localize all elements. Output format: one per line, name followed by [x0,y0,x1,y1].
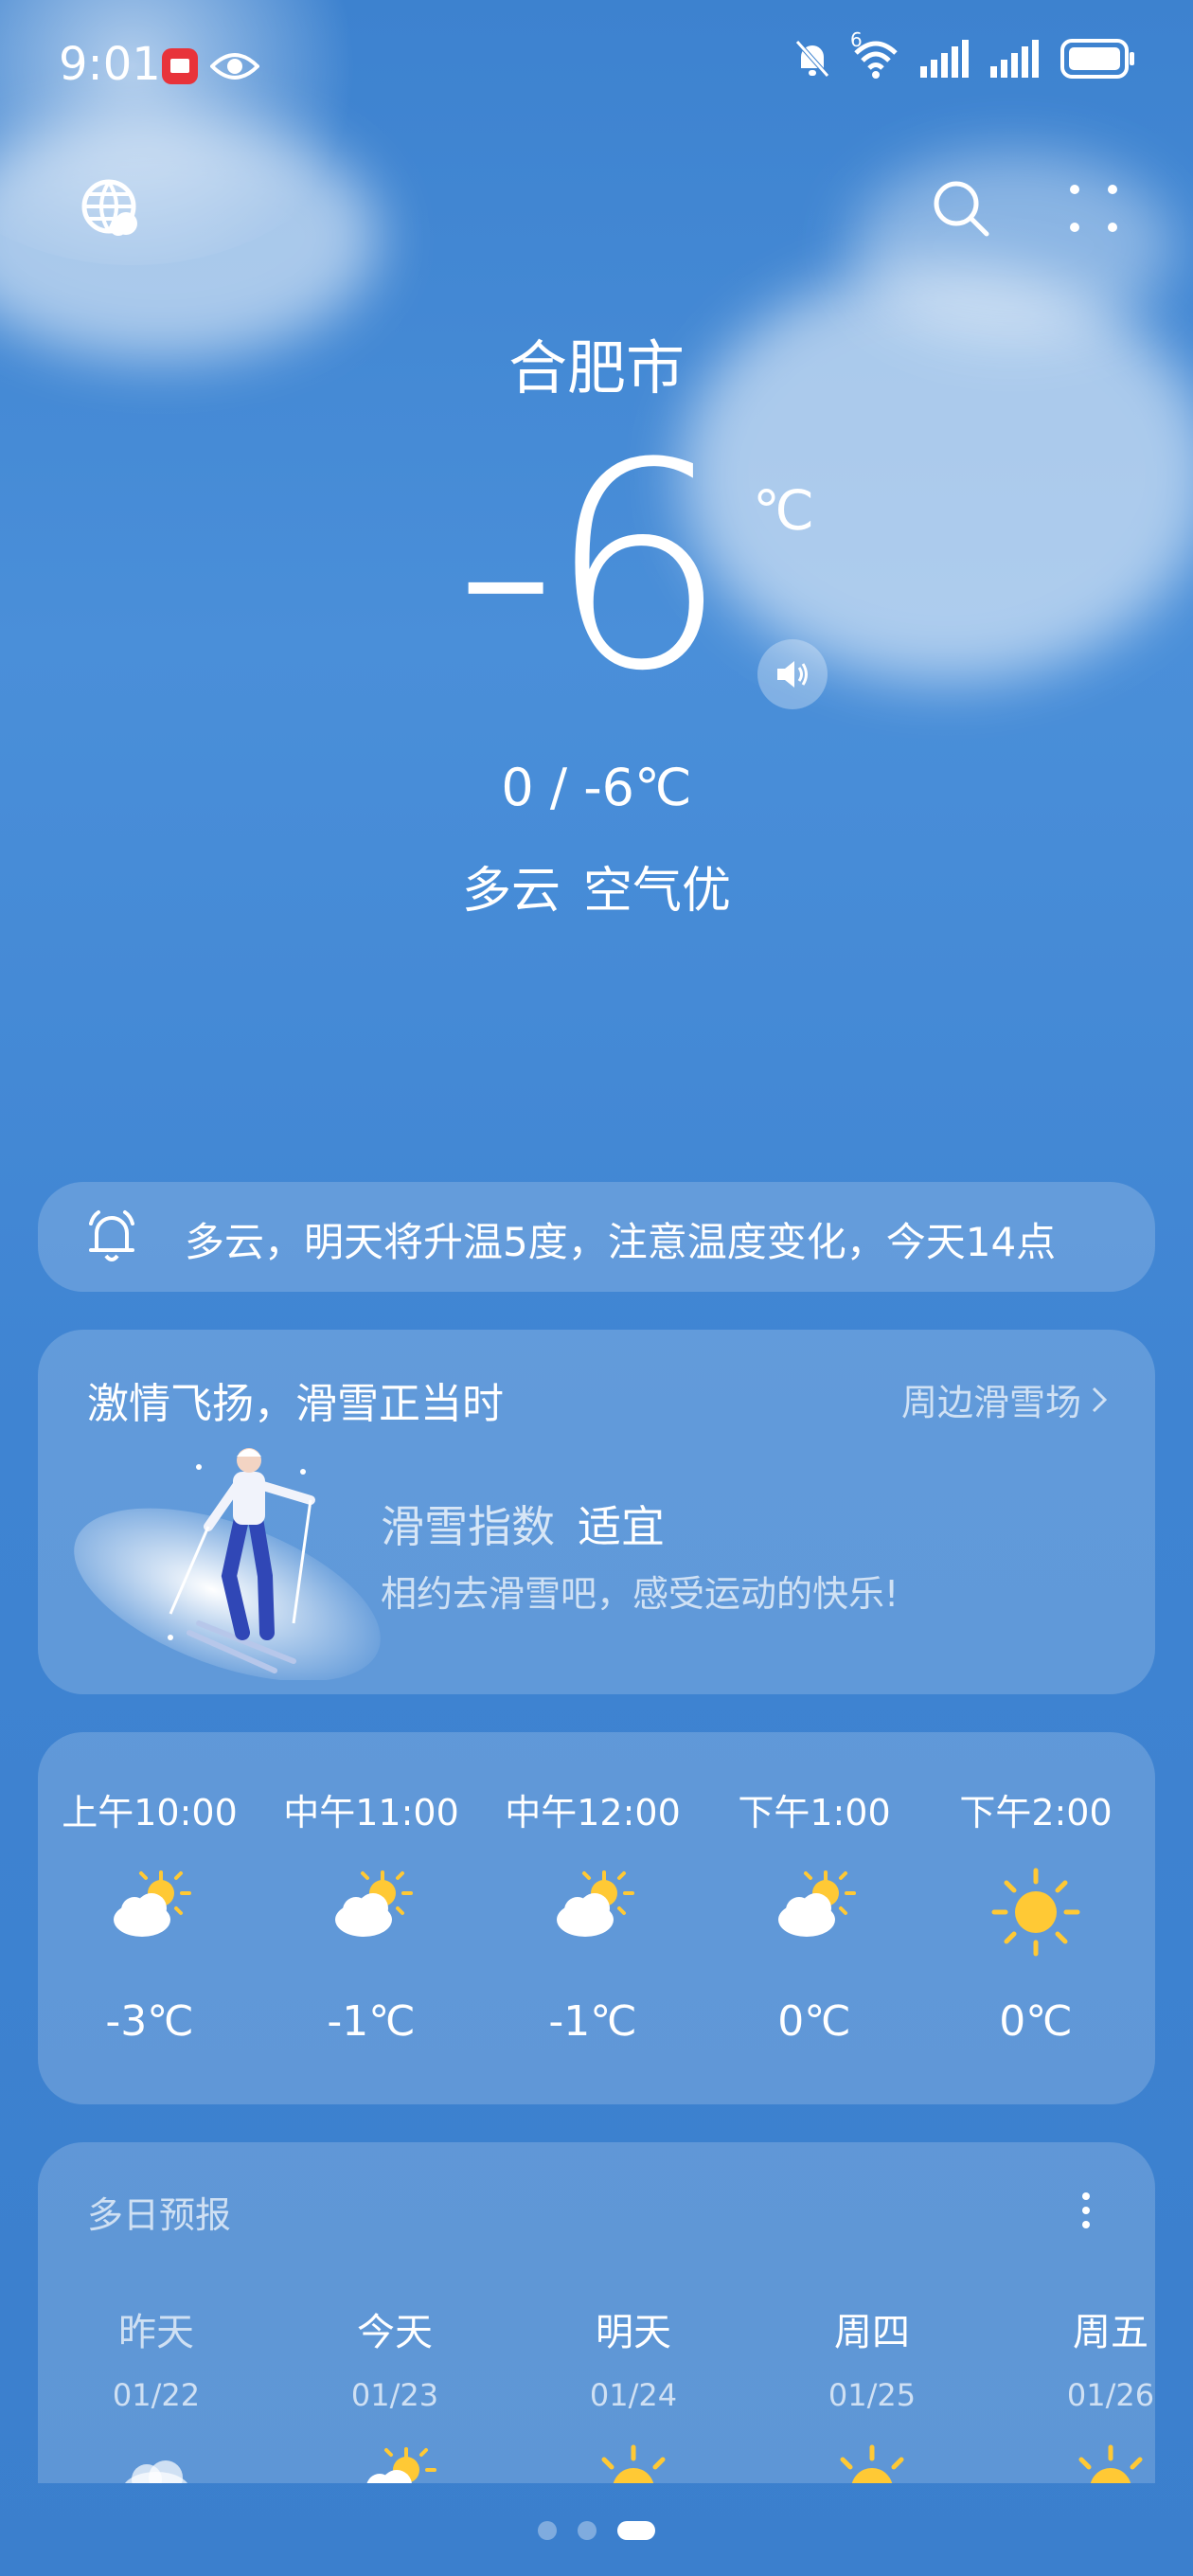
page-dot[interactable] [617,2521,655,2540]
day-name: 昨天 [118,2311,194,2354]
ski-index-card[interactable]: 激情飞扬，滑雪正当时 周边滑雪场 滑雪指数 适宜 相约去滑雪吧，感受运动的快乐! [38,1330,1155,1694]
hourly-item: 下午1:00 0℃ [703,1732,926,2104]
day-date: 01/23 [350,2377,439,2413]
day-date: 01/24 [589,2377,678,2413]
ski-index-description: 相约去滑雪吧，感受运动的快乐! [381,1573,899,1615]
day-name: 周五 [1073,2311,1148,2354]
hourly-forecast[interactable]: 上午10:00 -3℃ 中午11:00 -1℃ 中午12:00 -1℃ 下午1:00 0℃ 下午… [38,1732,1155,2104]
signal-icon [990,40,1040,78]
ski-index: 滑雪指数 适宜 [381,1493,665,1555]
alert-text: 多云，明天将升温5度，注意温度变化，今天14点 [185,1219,1057,1263]
hourly-item: 下午2:00 0℃ [924,1732,1148,2104]
temperature-range: 0 / -6℃ [501,758,692,817]
partly-sunny-icon [545,1865,640,1959]
chevron-right-icon [1092,1386,1108,1412]
forecast-day[interactable]: 昨天 01/22 [80,2301,232,2483]
forecast-day[interactable]: 周五 01/26 [1035,2301,1155,2483]
bell-icon [85,1208,138,1269]
multi-day-title: 多日预报 [87,2194,232,2236]
battery-icon [1060,39,1136,79]
day-name: 周四 [834,2311,910,2354]
day-date: 01/26 [1066,2377,1155,2413]
partly-sunny-icon [324,1865,418,1959]
hourly-item: 中午11:00 -1℃ [259,1732,483,2104]
hour-temp: 0℃ [999,1997,1073,2046]
partly-sunny-icon [767,1865,862,1959]
hour-time: 上午10:00 [62,1792,238,1834]
weather-alert-banner[interactable]: 多云，明天将升温5度，注意温度变化，今天14点 [38,1182,1155,1292]
forecast-day[interactable]: 周四 01/25 [796,2301,948,2483]
sun-icon [1063,2442,1155,2483]
hour-temp: -1℃ [548,1997,637,2046]
sun-icon [988,1865,1083,1959]
hourly-item: 上午10:00 -3℃ [38,1732,261,2104]
day-date: 01/25 [828,2377,917,2413]
city-name[interactable]: 合肥市 [0,320,1193,405]
weather-condition: 多云 [461,863,561,920]
ski-index-label: 滑雪指数 [381,1501,555,1552]
wifi-icon: 6 [850,28,899,80]
page-indicator [0,2519,1193,2542]
signal-icon [920,40,970,78]
network-type-label: 6 [850,28,863,51]
hour-time: 下午1:00 [738,1792,891,1834]
more-options-icon[interactable] [1060,175,1127,242]
multi-day-forecast[interactable]: 多日预报 昨天 01/22 今天 01/23 明天 01/24 周四 01/25 周五 01/26 [38,2142,1155,2483]
mute-bell-icon [793,38,831,80]
hour-time: 下午2:00 [959,1792,1113,1834]
status-time: 9:01 [59,38,161,91]
hour-time: 中午11:00 [283,1792,459,1834]
voice-broadcast-button[interactable] [757,639,828,709]
globe-weather-icon[interactable] [78,175,144,242]
condition-line: 多云 空气优 [0,850,1193,921]
top-toolbar [0,175,1193,251]
hour-temp: -3℃ [105,1997,194,2046]
nearby-ski-resorts-label: 周边滑雪场 [900,1382,1081,1423]
temperature-unit: ℃ [753,478,815,543]
hour-temp: -1℃ [327,1997,416,2046]
nearby-ski-resorts-link[interactable]: 周边滑雪场 [901,1373,1108,1425]
speaker-icon [777,661,808,688]
current-temperature: -6 [0,426,1193,710]
forecast-day[interactable]: 今天 01/23 [319,2301,471,2483]
hourly-item: 中午12:00 -1℃ [481,1732,704,2104]
page-dot[interactable] [578,2521,596,2540]
hour-temp: 0℃ [777,1997,851,2046]
skier-illustration [57,1443,398,1682]
search-icon[interactable] [928,175,994,242]
ski-card-title: 激情飞扬，滑雪正当时 [87,1380,504,1428]
ski-index-value: 适宜 [578,1501,665,1552]
temperature-value: -6 [454,402,728,733]
page-dot[interactable] [538,2521,557,2540]
status-icons: 6 [793,28,1136,80]
sun-icon [825,2442,919,2483]
eye-icon [209,47,260,89]
day-name: 今天 [357,2311,433,2354]
notification-icon [161,47,199,89]
partly-sunny-icon [347,2442,442,2483]
hour-time: 中午12:00 [505,1792,681,1834]
status-bar: 9:01 6 [0,0,1193,133]
partly-sunny-icon [102,1865,197,1959]
more-vertical-icon[interactable] [1081,2191,1091,2233]
air-quality[interactable]: 空气优 [583,863,731,920]
day-date: 01/22 [112,2377,201,2413]
sun-icon [586,2442,681,2483]
forecast-day[interactable]: 明天 01/24 [558,2301,709,2483]
day-name: 明天 [596,2311,671,2354]
cloud-icon [109,2442,204,2483]
